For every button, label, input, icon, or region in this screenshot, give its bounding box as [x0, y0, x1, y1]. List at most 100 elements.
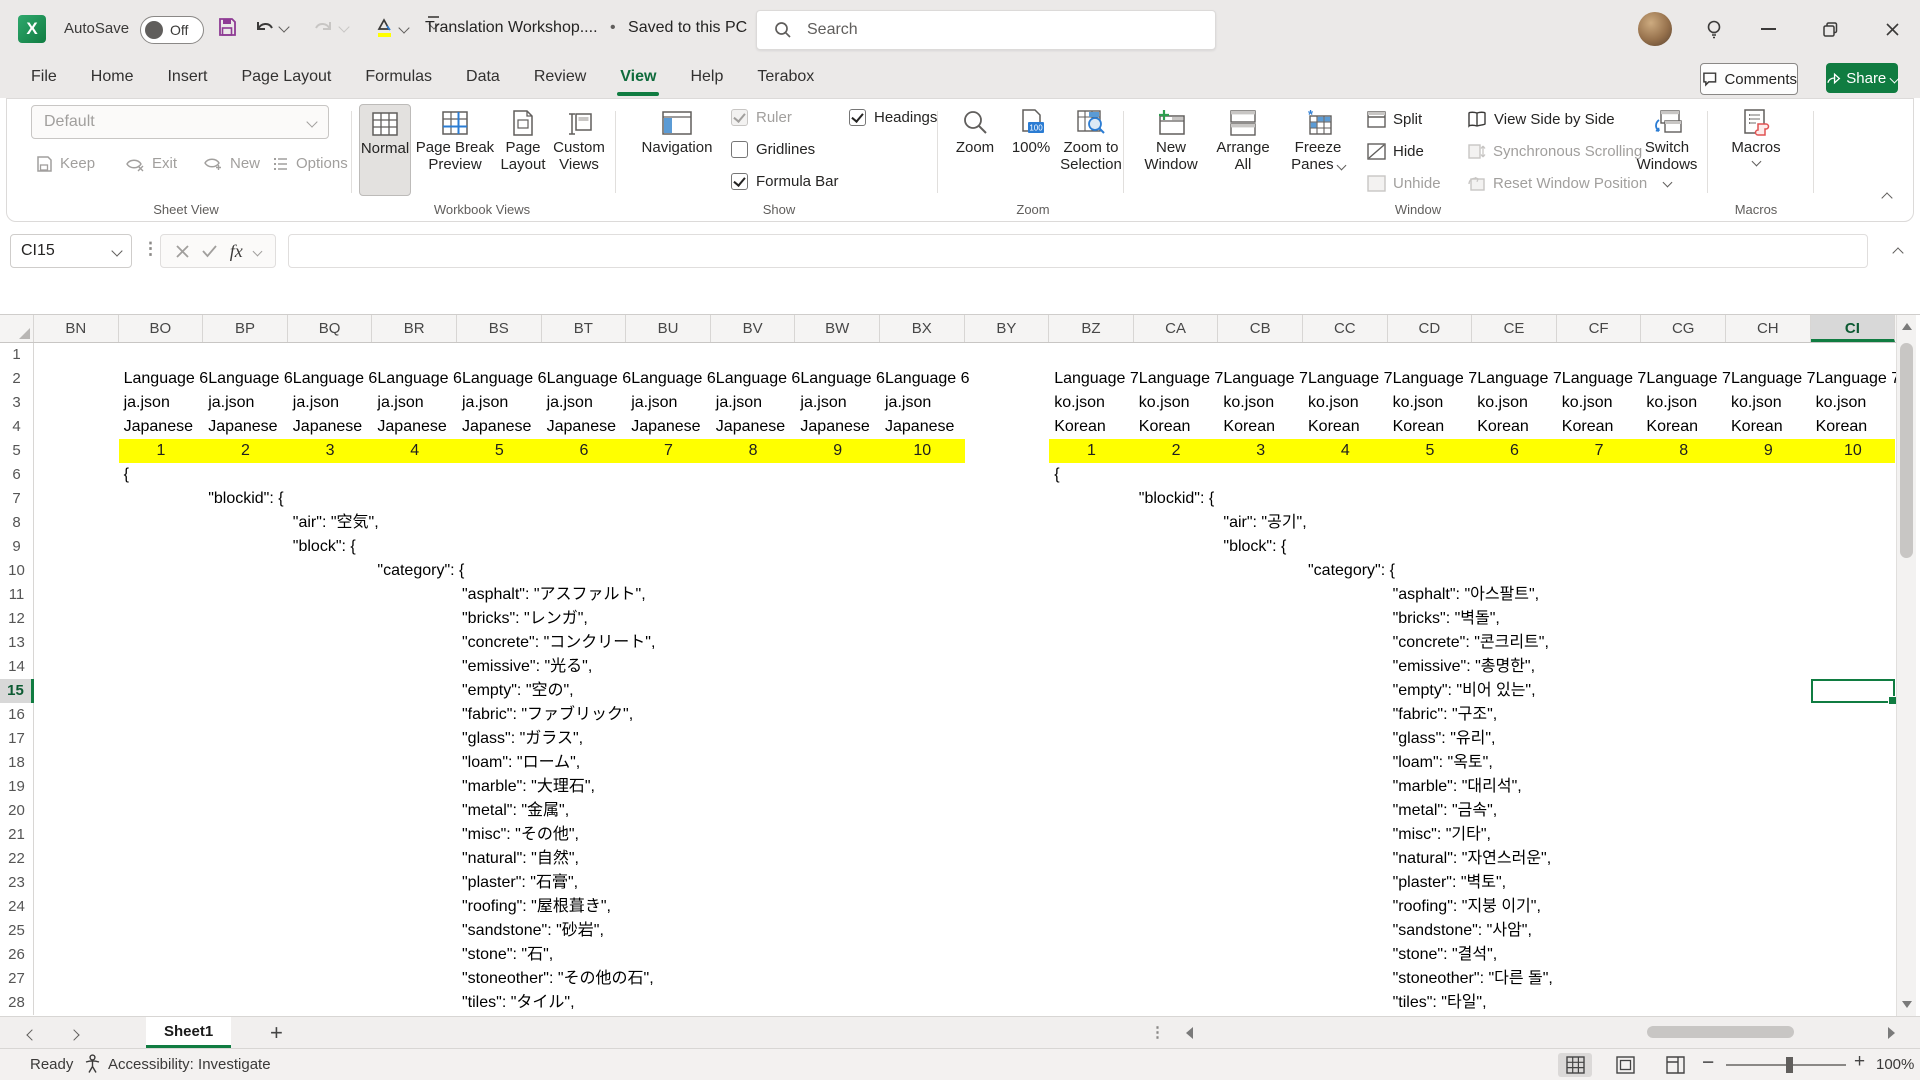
cell[interactable]: ko.json [1562, 391, 1613, 415]
select-all-corner[interactable] [0, 315, 34, 342]
cell[interactable]: { [1054, 463, 1059, 487]
cell[interactable]: ja.json [462, 391, 508, 415]
headings-checkbox-box[interactable] [849, 109, 866, 126]
cell[interactable]: ja.json [124, 391, 170, 415]
row-header-8[interactable]: 8 [0, 511, 34, 535]
minimize-button[interactable] [1748, 12, 1788, 46]
gridlines-checkbox[interactable]: Gridlines [731, 141, 815, 158]
row-header-22[interactable]: 22 [0, 847, 34, 871]
tab-review[interactable]: Review [517, 58, 603, 98]
cell[interactable]: "metal": "金属", [462, 799, 569, 823]
column-header-BQ[interactable]: BQ [288, 315, 373, 342]
vertical-scroll-thumb[interactable] [1900, 343, 1913, 558]
cell[interactable]: 1 [119, 439, 204, 463]
cell[interactable]: Language 7 [1054, 367, 1139, 391]
row-header-2[interactable]: 2 [0, 367, 34, 391]
tab-help[interactable]: Help [673, 58, 740, 98]
column-header-BO[interactable]: BO [119, 315, 204, 342]
cell[interactable]: Language 6 [885, 367, 970, 391]
new-window-button[interactable]: New Window [1139, 104, 1203, 173]
cell[interactable]: Korean [1562, 415, 1614, 439]
row-header-6[interactable]: 6 [0, 463, 34, 487]
tab-file[interactable]: File [14, 58, 74, 98]
cell[interactable]: Language 7 [1393, 367, 1478, 391]
cell[interactable]: ja.json [293, 391, 339, 415]
cell[interactable]: Korean [1731, 415, 1783, 439]
cell[interactable]: 5 [1388, 439, 1473, 463]
macros-button[interactable]: Macros [1723, 104, 1789, 165]
row-header-20[interactable]: 20 [0, 799, 34, 823]
cell[interactable]: ko.json [1731, 391, 1782, 415]
cell[interactable]: 6 [1472, 439, 1557, 463]
column-header-BS[interactable]: BS [457, 315, 542, 342]
cell[interactable]: ko.json [1816, 391, 1867, 415]
row-header-3[interactable]: 3 [0, 391, 34, 415]
row-header-28[interactable]: 28 [0, 991, 34, 1015]
cell[interactable]: "stone": "石", [462, 943, 553, 967]
vertical-scrollbar[interactable] [1896, 315, 1916, 1016]
cell[interactable]: Japanese [800, 415, 869, 439]
cell[interactable]: ja.json [208, 391, 254, 415]
cell[interactable]: "marble": "大理石", [462, 775, 595, 799]
column-header-CG[interactable]: CG [1641, 315, 1726, 342]
cell[interactable]: "fabric": "구조", [1393, 703, 1498, 727]
collapse-formula-bar-chevron[interactable] [1894, 244, 1902, 262]
cell[interactable]: "bricks": "벽돌", [1393, 607, 1500, 631]
column-header-CA[interactable]: CA [1134, 315, 1219, 342]
gridlines-checkbox-box[interactable] [731, 141, 748, 158]
scroll-left-arrow[interactable] [1186, 1027, 1193, 1039]
row-header-26[interactable]: 26 [0, 943, 34, 967]
cell[interactable]: Language 7 [1646, 367, 1731, 391]
column-header-CI[interactable]: CI [1811, 315, 1896, 342]
ideas-lightbulb-icon[interactable] [1694, 12, 1734, 46]
scroll-right-arrow[interactable] [1888, 1027, 1895, 1039]
cell[interactable]: Language 7 [1223, 367, 1308, 391]
tabbar-scroll-dots[interactable]: ⋮ [1150, 1023, 1165, 1041]
cell[interactable]: ja.json [885, 391, 931, 415]
row-header-16[interactable]: 16 [0, 703, 34, 727]
cell[interactable]: Language 6 [462, 367, 547, 391]
cell[interactable]: 3 [288, 439, 373, 463]
cell[interactable]: Korean [1646, 415, 1698, 439]
cell[interactable]: "stone": "결석", [1393, 943, 1498, 967]
row-header-14[interactable]: 14 [0, 655, 34, 679]
cell[interactable]: Japanese [631, 415, 700, 439]
column-header-BX[interactable]: BX [880, 315, 965, 342]
column-header-CC[interactable]: CC [1303, 315, 1388, 342]
cell[interactable]: "plaster": "벽토", [1393, 871, 1507, 895]
document-title[interactable]: Translation Workshop.... • Saved to this… [425, 19, 769, 37]
row-header-10[interactable]: 10 [0, 559, 34, 583]
column-header-BR[interactable]: BR [372, 315, 457, 342]
switch-windows-button[interactable]: Switch Windows [1631, 104, 1703, 190]
search-box[interactable] [756, 10, 1216, 50]
cell[interactable]: 1 [1049, 439, 1134, 463]
insert-function-icon[interactable]: fx [230, 241, 243, 262]
column-header-BN[interactable]: BN [34, 315, 119, 342]
cell[interactable]: Language 7 [1308, 367, 1393, 391]
cell[interactable]: "misc": "その他", [462, 823, 579, 847]
cell[interactable]: "sandstone": "砂岩", [462, 919, 604, 943]
cell[interactable]: "roofing": "屋根葺き", [462, 895, 611, 919]
cell[interactable]: 7 [626, 439, 711, 463]
cell[interactable]: Korean [1393, 415, 1445, 439]
row-header-27[interactable]: 27 [0, 967, 34, 991]
cell[interactable]: "air": "空気", [293, 511, 379, 535]
column-header-CE[interactable]: CE [1472, 315, 1557, 342]
page-break-preview-button[interactable]: Page Break Preview [415, 104, 495, 173]
column-header-CF[interactable]: CF [1557, 315, 1642, 342]
zoom-to-selection-button[interactable]: Zoom to Selection [1061, 104, 1121, 173]
name-box-chevron[interactable] [111, 245, 122, 256]
cell[interactable]: Korean [1223, 415, 1275, 439]
zoom-100-button[interactable]: 100 100% [1005, 104, 1057, 156]
cell[interactable]: Korean [1477, 415, 1529, 439]
cell[interactable]: Japanese [293, 415, 362, 439]
row-header-23[interactable]: 23 [0, 871, 34, 895]
cell[interactable]: "block": { [293, 535, 356, 559]
cell[interactable]: "natural": "自然", [462, 847, 579, 871]
cell[interactable]: Korean [1308, 415, 1360, 439]
column-header-CD[interactable]: CD [1388, 315, 1473, 342]
column-header-BT[interactable]: BT [542, 315, 627, 342]
cell[interactable]: Language 7 [1562, 367, 1647, 391]
hide-button[interactable]: Hide [1367, 139, 1424, 164]
cell[interactable]: "roofing": "지붕 이기", [1393, 895, 1541, 919]
